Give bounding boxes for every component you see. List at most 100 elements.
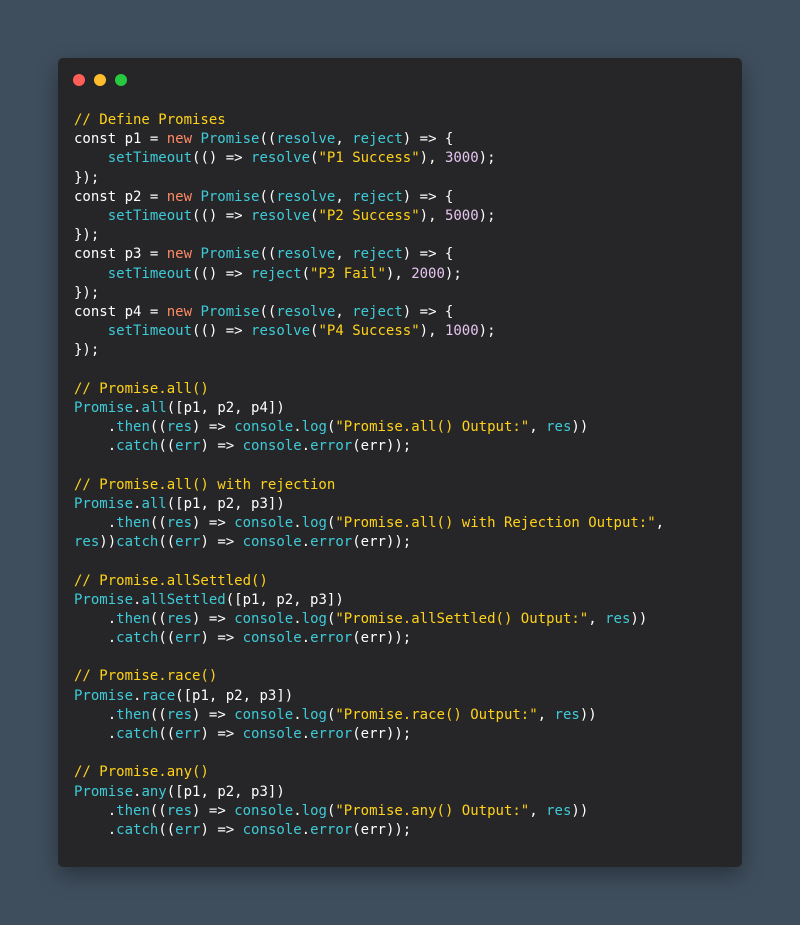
- code-token-plain: ,: [335, 131, 353, 148]
- code-token-plain: (() =>: [192, 323, 252, 340]
- code-token-identifier: err: [175, 726, 201, 742]
- code-token-plain: )): [99, 534, 117, 551]
- window-controls: [73, 74, 127, 86]
- code-line: .then((res) => console.log("Promise.allS…: [74, 610, 664, 629]
- code-token-identifier: console: [234, 419, 294, 435]
- maximize-dot[interactable]: [115, 74, 127, 86]
- code-line: res))catch((err) => console.error(err));: [74, 533, 664, 552]
- code-token-plain: .: [74, 438, 117, 455]
- code-line: setTimeout(() => resolve("P4 Success"), …: [74, 322, 664, 341]
- code-token-plain: ((: [158, 821, 176, 838]
- code-token-plain: (: [301, 265, 311, 282]
- code-line: Promise.allSettled([p1, p2, p3]): [74, 591, 664, 610]
- code-token-identifier: Promise: [200, 131, 260, 148]
- code-token-identifier: res: [546, 419, 572, 435]
- code-token-plain: ),: [419, 150, 445, 167]
- code-token-string: "Promise.race() Output:": [335, 706, 538, 723]
- code-token-plain: );: [478, 323, 496, 340]
- code-token-identifier: log: [301, 419, 327, 435]
- code-token-plain: ((: [158, 630, 176, 647]
- code-token-identifier: allSettled: [141, 591, 226, 608]
- code-token-plain: .: [74, 821, 117, 838]
- code-token-plain: const p1 =: [74, 131, 167, 148]
- code-token-plain: );: [478, 207, 496, 224]
- code-token-plain: .: [293, 419, 302, 435]
- code-token-plain: ) =>: [200, 534, 243, 551]
- code-token-identifier: setTimeout: [107, 150, 193, 167]
- code-token-plain: ((: [259, 188, 277, 205]
- code-token-identifier: resolve: [251, 150, 311, 167]
- code-token-plain: });: [74, 284, 100, 301]
- code-token-identifier: all: [141, 495, 167, 512]
- code-token-plain: )): [630, 610, 648, 627]
- minimize-dot[interactable]: [94, 74, 106, 86]
- code-token-plain: .: [293, 802, 302, 819]
- code-token-plain: .: [301, 726, 311, 742]
- code-line: .catch((err) => console.error(err));: [74, 629, 664, 648]
- code-token-plain: ,: [588, 610, 606, 627]
- code-token-plain: ) => {: [402, 303, 454, 320]
- code-token-comment: // Promise.any(): [74, 764, 209, 781]
- code-token-plain: );: [478, 150, 496, 167]
- code-token-plain: ) =>: [192, 610, 235, 627]
- code-token-plain: });: [74, 342, 100, 359]
- code-token-keyword_new: new: [166, 303, 193, 320]
- code-token-plain: ((: [149, 610, 167, 627]
- code-token-plain: ([p1, p2, p4]): [166, 399, 285, 416]
- code-token-plain: ((: [158, 534, 176, 551]
- code-token-plain: });: [74, 227, 100, 244]
- code-token-plain: const p2 =: [74, 188, 167, 205]
- code-token-identifier: log: [301, 802, 327, 819]
- code-token-identifier: console: [242, 534, 302, 551]
- code-line: .catch((err) => console.error(err));: [74, 725, 664, 744]
- code-line: setTimeout(() => resolve("P1 Success"), …: [74, 149, 664, 168]
- code-token-identifier: any: [141, 783, 167, 800]
- code-token-identifier: resolve: [251, 207, 311, 224]
- code-token-identifier: resolve: [276, 188, 336, 205]
- code-token-number: 2000: [411, 265, 445, 282]
- code-token-plain: )): [571, 802, 589, 819]
- code-token-identifier: res: [605, 610, 631, 627]
- code-token-plain: ([p1, p2, p3]): [166, 783, 285, 800]
- code-token-plain: ) =>: [192, 802, 235, 819]
- code-line: const p1 = new Promise((resolve, reject)…: [74, 130, 664, 149]
- code-token-identifier: then: [116, 514, 150, 531]
- code-token-identifier: Promise: [74, 399, 134, 416]
- code-line: setTimeout(() => reject("P3 Fail"), 2000…: [74, 265, 664, 284]
- code-token-identifier: catch: [116, 534, 159, 551]
- code-token-plain: ),: [419, 207, 445, 224]
- code-token-plain: ) =>: [200, 630, 243, 647]
- code-token-plain: ([p1, p2, p3]): [166, 495, 285, 512]
- code-token-identifier: res: [546, 802, 572, 819]
- code-token-plain: .: [301, 630, 311, 647]
- code-token-identifier: reject: [352, 131, 403, 148]
- code-token-identifier: error: [310, 438, 353, 455]
- code-token-plain: .: [301, 821, 311, 838]
- code-token-comment: // Promise.all(): [74, 380, 209, 397]
- code-token-plain: ([p1, p2, p3]): [175, 687, 294, 704]
- code-token-plain: (err));: [352, 821, 412, 838]
- code-token-identifier: then: [116, 419, 150, 435]
- code-token-identifier: setTimeout: [107, 323, 193, 340]
- code-token-identifier: then: [116, 802, 150, 819]
- code-token-plain: .: [293, 610, 302, 627]
- code-token-identifier: log: [301, 610, 327, 627]
- code-token-keyword_new: new: [166, 188, 193, 205]
- code-token-identifier: resolve: [276, 131, 336, 148]
- code-token-identifier: res: [166, 610, 193, 627]
- code-token-comment: // Define Promises: [74, 112, 226, 128]
- close-dot[interactable]: [73, 74, 85, 86]
- code-line: .then((res) => console.log("Promise.all(…: [74, 418, 664, 437]
- code-line: Promise.all([p1, p2, p4]): [74, 399, 664, 418]
- code-token-string: "Promise.any() Output:": [335, 802, 530, 819]
- code-token-plain: .: [74, 610, 117, 627]
- code-token-plain: .: [74, 630, 117, 647]
- code-token-identifier: err: [175, 821, 201, 838]
- code-token-plain: .: [293, 514, 302, 531]
- code-token-plain: ((: [149, 706, 167, 723]
